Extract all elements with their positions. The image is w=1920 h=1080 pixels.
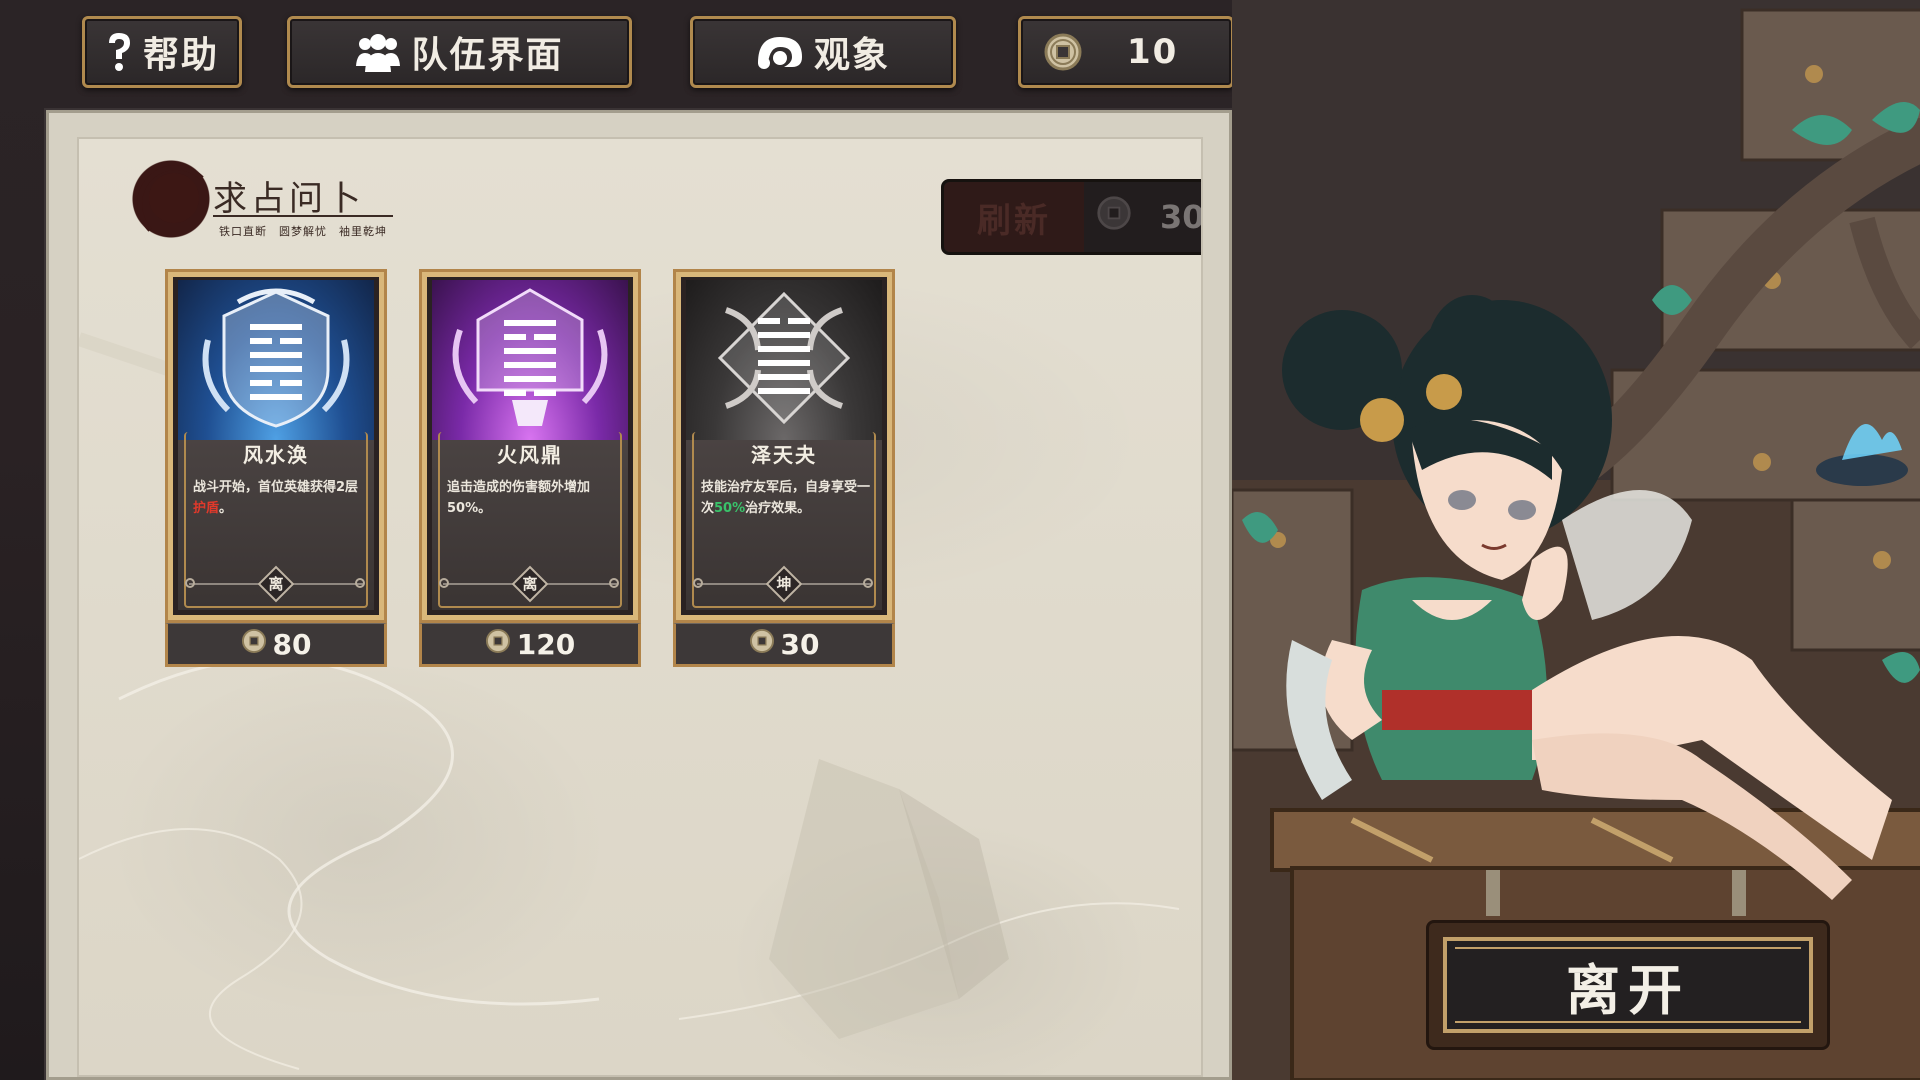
help-button[interactable]: 帮助 — [82, 16, 242, 88]
card-divider-dot — [693, 578, 703, 588]
team-icon — [355, 32, 401, 72]
card-description: 战斗开始，首位英雄获得2层护盾。 — [193, 477, 363, 519]
card-description: 技能治疗友军后，自身享受一次50%治疗效果。 — [701, 477, 871, 519]
card-price: 30 — [673, 623, 895, 667]
hexagram-emblem-icon — [202, 288, 350, 428]
hexagram-emblem-icon — [717, 291, 851, 425]
eye-orb-icon — [756, 33, 804, 71]
observe-button[interactable]: 观象 — [690, 16, 956, 88]
coin-icon — [749, 628, 775, 661]
team-button[interactable]: 队伍界面 — [287, 16, 632, 88]
trigram-label: 坤 — [776, 575, 792, 593]
leave-button[interactable]: 离开 — [1426, 920, 1830, 1050]
card-divider-dot — [863, 578, 873, 588]
panel-title: 求占问卜 — [213, 179, 365, 219]
card-name: 泽天夬 — [751, 443, 817, 467]
card-divider-dot — [185, 578, 195, 588]
card-desc-text: 。 — [219, 501, 233, 516]
card-desc-highlight: 护盾 — [193, 501, 220, 516]
card-divider-dot — [609, 578, 619, 588]
trigram-label: 离 — [522, 575, 538, 593]
coin-counter: 10 — [1018, 16, 1234, 88]
coin-icon — [241, 628, 267, 661]
hexagram-emblem-icon — [452, 288, 608, 426]
card-name: 火风鼎 — [497, 443, 563, 467]
card-price-value: 80 — [272, 627, 312, 661]
hexagram-card[interactable]: 风水涣 战斗开始，首位英雄获得2层护盾。 离 80 — [165, 269, 387, 667]
hexagram-card[interactable]: 火风鼎 追击造成的伤害额外增加50%。 离 120 — [419, 269, 641, 667]
coin-icon — [485, 628, 511, 661]
divination-panel: 求占问卜 铁口直断 圆梦解忧 袖里乾坤 刷新 30 风水涣 战斗开始，首位英雄获… — [46, 110, 1232, 1080]
card-desc-text: 追击造成的伤害额外增加50%。 — [447, 480, 591, 516]
card-price: 80 — [165, 623, 387, 667]
hexagram-card[interactable]: 泽天夬 技能治疗友军后，自身享受一次50%治疗效果。 坤 30 — [673, 269, 895, 667]
refresh-bar: 刷新 30 — [941, 179, 1203, 255]
card-desc-text: 战斗开始，首位英雄获得2层 — [193, 480, 359, 495]
logo-emblem — [131, 159, 215, 243]
refresh-cost: 30 — [1084, 195, 1203, 239]
card-art — [432, 280, 628, 440]
card-art — [178, 280, 374, 440]
team-label: 队伍界面 — [411, 35, 564, 76]
divination-logo: 求占问卜 铁口直断 圆梦解忧 袖里乾坤 — [131, 159, 421, 249]
help-label: 帮助 — [142, 35, 219, 76]
card-price-value: 120 — [516, 627, 576, 661]
leave-button-face: 离开 — [1443, 937, 1813, 1033]
card-divider-dot — [439, 578, 449, 588]
card-desc-text: 治疗效果。 — [745, 501, 811, 516]
fortune-teller-scene — [1232, 0, 1920, 1080]
card-desc-highlight: 50% — [714, 501, 746, 516]
card-price: 120 — [419, 623, 641, 667]
card-name: 风水涣 — [243, 443, 309, 467]
question-icon — [105, 31, 133, 73]
panel-parchment: 求占问卜 铁口直断 圆梦解忧 袖里乾坤 刷新 30 风水涣 战斗开始，首位英雄获… — [77, 137, 1203, 1077]
card-price-value: 30 — [780, 627, 820, 661]
card-art — [686, 280, 882, 440]
panel-subtitle: 铁口直断 圆梦解忧 袖里乾坤 — [219, 225, 387, 238]
card-description: 追击造成的伤害额外增加50%。 — [447, 477, 617, 519]
coin-icon — [1043, 32, 1083, 72]
leave-label: 离开 — [1566, 958, 1690, 1022]
coin-icon — [1096, 195, 1132, 239]
card-divider-dot — [355, 578, 365, 588]
observe-label: 观象 — [813, 35, 890, 76]
refresh-button[interactable]: 刷新 — [944, 182, 1084, 252]
fortune-teller-illustration — [1232, 0, 1920, 1080]
trigram-label: 离 — [268, 575, 284, 593]
logo-underline — [213, 215, 393, 217]
coin-count: 10 — [1127, 32, 1179, 72]
refresh-cost-value: 30 — [1160, 198, 1203, 236]
